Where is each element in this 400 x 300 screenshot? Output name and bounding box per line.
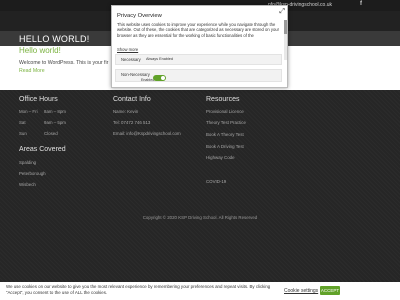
office-day: Sun <box>19 131 27 136</box>
office-day: Mon – Fri <box>19 109 38 114</box>
category-label: Necessary <box>121 57 141 62</box>
post-excerpt: Welcome to WordPress. This is your fir <box>19 60 109 66</box>
page-title: HELLO WORLD! <box>19 34 90 44</box>
non-necessary-toggle[interactable] <box>153 75 166 81</box>
office-hours-heading: Office Hours <box>19 96 58 103</box>
cookie-settings-link[interactable]: Cookie settings <box>284 288 318 294</box>
areas-heading: Areas Covered <box>19 146 66 153</box>
contact-section: Contact Info <box>113 96 151 103</box>
modal-scrollbar-thumb[interactable] <box>284 20 287 34</box>
resource-link[interactable]: Book A Driving Test <box>206 144 244 149</box>
cookie-consent-text: We use cookies on our website to give yo… <box>6 284 271 295</box>
areas-section: Areas Covered <box>19 146 66 153</box>
modal-title: Privacy Overview <box>117 13 162 19</box>
facebook-icon[interactable]: f <box>360 1 362 7</box>
category-non-necessary[interactable]: Non-Necessary Enabled <box>115 69 282 82</box>
category-necessary[interactable]: Necessary Always Enabled <box>115 54 282 65</box>
toggle-knob <box>161 76 165 80</box>
modal-description: This website uses cookies to improve you… <box>117 22 280 38</box>
site-footer: Office Hours Mon – Fri 8am – 8pm Sat 9am… <box>0 90 400 300</box>
area-item: Wisbech <box>19 182 36 187</box>
cookie-consent-bar: We use cookies on our website to give yo… <box>0 282 400 300</box>
show-more-link[interactable]: Show more <box>117 47 138 52</box>
office-hours-section: Office Hours <box>19 96 58 103</box>
resource-link[interactable]: COVID-19 <box>206 179 226 184</box>
contact-phone-link[interactable]: Tel: 07472 746 513 <box>113 120 150 125</box>
office-hours: Closed <box>44 131 58 136</box>
resources-heading: Resources <box>206 96 240 103</box>
office-hours: 9am – 5pm <box>44 120 66 125</box>
resource-link[interactable]: Highway Code <box>206 155 235 160</box>
contact-name: Name: Kevin <box>113 109 139 114</box>
privacy-overview-modal: ⤢ Privacy Overview This website uses coo… <box>111 5 288 88</box>
contact-email-link[interactable]: Email: info@Kspdrivingschool.com <box>113 131 181 136</box>
area-item: Spalding <box>19 160 37 165</box>
office-day: Sat <box>19 120 26 125</box>
resource-link[interactable]: Theory Test Practice <box>206 120 246 125</box>
close-icon[interactable]: ⤢ <box>279 8 285 15</box>
resource-link[interactable]: Book A Theory Test <box>206 132 244 137</box>
accept-button[interactable]: ACCEPT <box>320 286 340 295</box>
contact-heading: Contact Info <box>113 96 151 103</box>
category-label: Non-Necessary <box>121 72 150 77</box>
resource-link[interactable]: Provisional Licence <box>206 109 244 114</box>
area-item: Peterborough <box>19 171 46 176</box>
read-more-link[interactable]: Read More <box>19 68 45 74</box>
always-enabled-label: Always Enabled <box>146 57 174 61</box>
office-hours: 8am – 8pm <box>44 109 66 114</box>
post-title-link[interactable]: Hello world! <box>19 46 61 55</box>
copyright-text: Copyright © 2020 KSP Driving School. All… <box>142 215 258 220</box>
resources-section: Resources <box>206 96 239 103</box>
